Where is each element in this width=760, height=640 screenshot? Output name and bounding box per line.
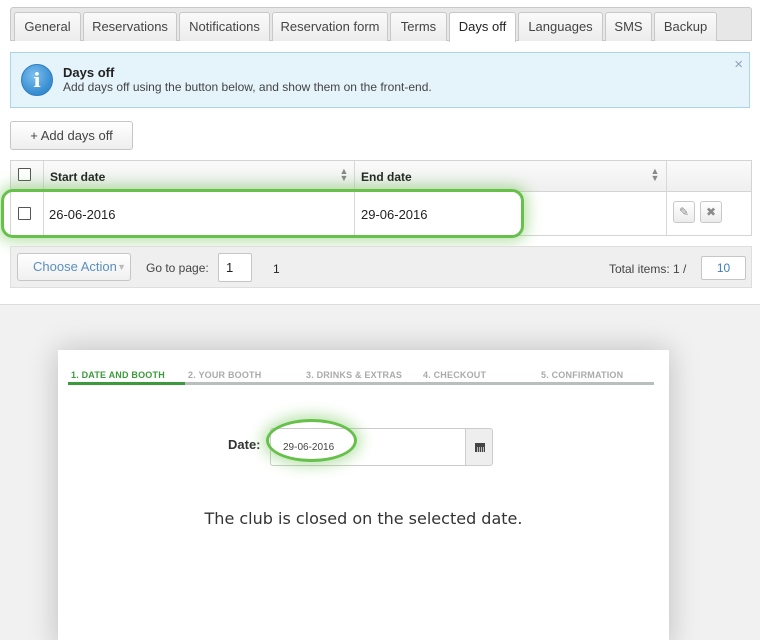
choose-action-label: Choose Action — [33, 259, 117, 274]
frontend-booking-card: 1. DATE AND BOOTH 2. YOUR BOOTH 3. DRINK… — [58, 350, 669, 640]
edit-button[interactable]: ✎ — [673, 201, 695, 223]
info-notice: i Days off Add days off using the button… — [10, 52, 750, 108]
column-header-end-date[interactable]: End date — [361, 170, 412, 184]
step-confirmation[interactable]: 5. CONFIRMATION — [541, 370, 623, 380]
tab-reservations[interactable]: Reservations — [83, 12, 177, 41]
sort-icon[interactable]: ▲ ▼ — [338, 167, 350, 184]
column-divider — [666, 161, 667, 235]
step-checkout[interactable]: 4. CHECKOUT — [423, 370, 486, 380]
step-your-booth[interactable]: 2. YOUR BOOTH — [188, 370, 261, 380]
go-to-page-label: Go to page: — [146, 261, 209, 275]
tab-general[interactable]: General — [14, 12, 81, 41]
tab-languages[interactable]: Languages — [518, 12, 603, 41]
date-label: Date: — [228, 437, 261, 452]
column-header-start-date[interactable]: Start date — [50, 170, 105, 184]
page-number[interactable]: 1 — [273, 262, 280, 276]
step-date-and-booth[interactable]: 1. DATE AND BOOTH — [71, 370, 165, 380]
sort-icon[interactable]: ▲ ▼ — [649, 167, 661, 184]
tab-bar: General Reservations Notifications Reser… — [10, 7, 752, 42]
column-divider — [43, 161, 44, 235]
table-header: Start date ▲ ▼ End date ▲ ▼ — [11, 161, 751, 192]
closed-message: The club is closed on the selected date. — [204, 509, 523, 528]
info-icon: i — [21, 64, 53, 96]
step-drinks-extras[interactable]: 3. DRINKS & EXTRAS — [306, 370, 402, 380]
row-checkbox[interactable] — [18, 207, 31, 220]
tab-backup[interactable]: Backup — [654, 12, 717, 41]
tab-notifications[interactable]: Notifications — [179, 12, 270, 41]
per-page-select[interactable]: 10 — [701, 256, 746, 280]
admin-panel: General Reservations Notifications Reser… — [0, 0, 760, 305]
calendar-button[interactable] — [465, 428, 493, 466]
tab-reservation-form[interactable]: Reservation form — [272, 12, 388, 41]
tab-terms[interactable]: Terms — [390, 12, 447, 41]
delete-button[interactable]: ✖ — [700, 201, 722, 223]
column-divider — [354, 161, 355, 235]
total-items-label: Total items: 1 / — [609, 262, 687, 276]
date-field[interactable] — [270, 428, 466, 466]
calendar-icon — [475, 443, 485, 452]
choose-action-dropdown[interactable]: Choose Action ▼ — [17, 253, 131, 281]
select-all-checkbox[interactable] — [18, 168, 31, 181]
days-off-table: Start date ▲ ▼ End date ▲ ▼ 26-06-2016 29-… — [10, 160, 752, 236]
table-footer: Choose Action ▼ Go to page: 1 Total item… — [10, 246, 752, 288]
chevron-down-icon: ▼ — [117, 262, 126, 272]
info-title: Days off — [63, 65, 115, 80]
progress-track-active — [68, 382, 185, 385]
go-to-page-input[interactable] — [218, 253, 252, 282]
end-date-cell: 29-06-2016 — [361, 207, 428, 222]
info-description: Add days off using the button below, and… — [63, 80, 432, 94]
close-icon[interactable]: × — [734, 56, 743, 73]
pencil-icon: ✎ — [678, 205, 690, 219]
start-date-cell: 26-06-2016 — [49, 207, 116, 222]
tab-sms[interactable]: SMS — [605, 12, 652, 41]
tab-days-off[interactable]: Days off — [449, 12, 516, 42]
add-days-off-button[interactable]: + Add days off — [10, 121, 133, 150]
close-icon: ✖ — [705, 205, 717, 219]
